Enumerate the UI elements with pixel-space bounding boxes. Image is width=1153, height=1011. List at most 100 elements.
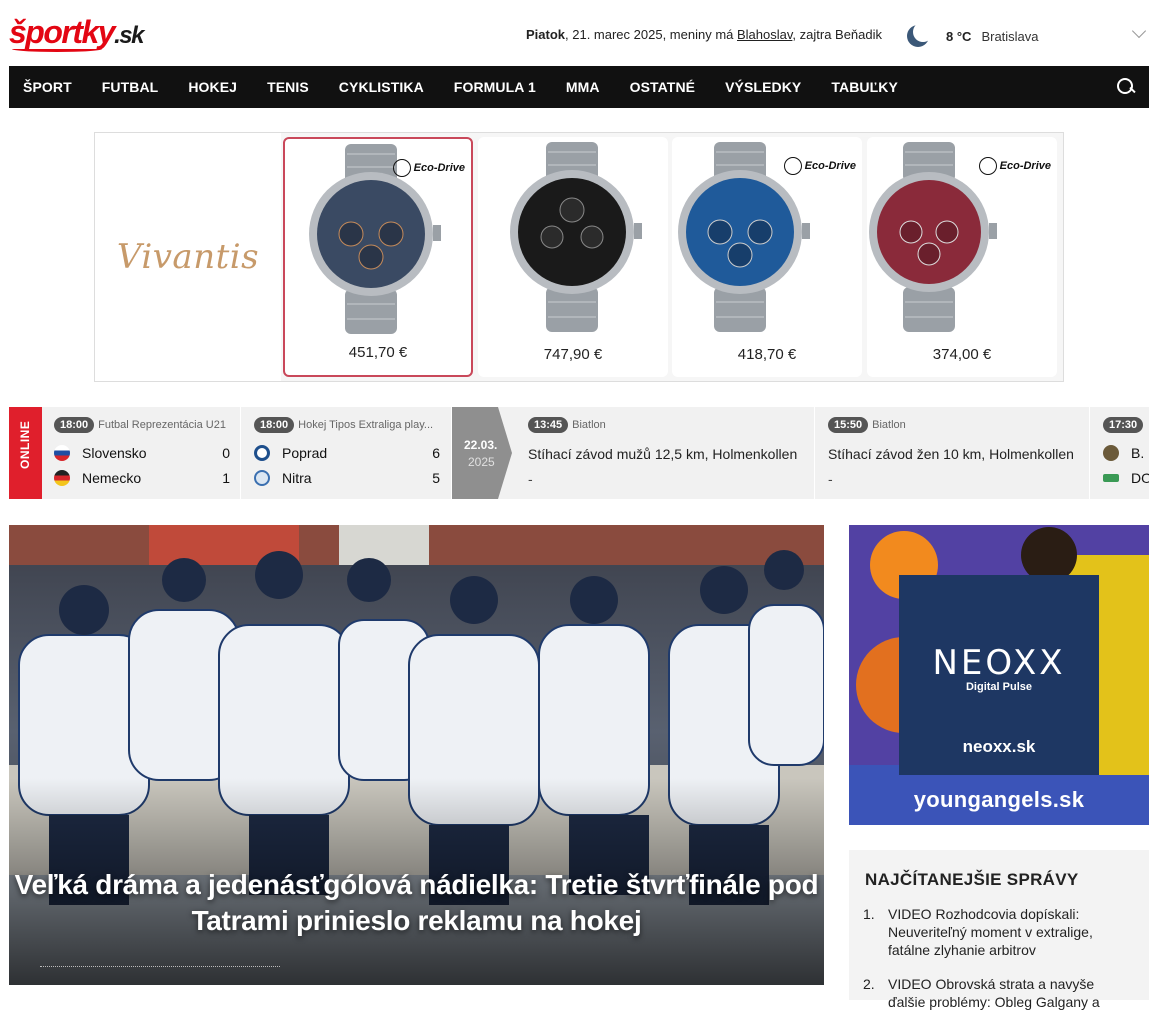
watch-card[interactable]: 747,90 € xyxy=(478,137,668,377)
match-card[interactable]: 18:00 Hokej Tipos Extraliga play... Popr… xyxy=(242,407,452,499)
team-name: Nitra xyxy=(282,470,312,486)
date-divider-year: 2025 xyxy=(468,455,495,469)
event-card[interactable]: 13:45 Biatlon Stíhací závod mužů 12,5 km… xyxy=(516,407,815,499)
date-divider-date: 22.03. xyxy=(464,438,498,452)
flag-slovakia-icon xyxy=(54,445,70,461)
eco-drive-badge: Eco-Drive xyxy=(783,157,856,175)
item-number: 2. xyxy=(863,976,875,992)
watch-ad-banner[interactable]: Vivantis Eco-Drive 451,70 € 747,90 € Eco… xyxy=(94,132,1064,382)
flag-germany-icon xyxy=(54,470,70,486)
most-read-box: NAJČÍTANEJŠIE SPRÁVY 1. VIDEO Rozhodcovi… xyxy=(849,850,1149,1010)
match-header: 17:30 xyxy=(1103,417,1144,433)
most-read-item[interactable]: 2. VIDEO Obrovská strata a navyše ďalšie… xyxy=(863,975,1129,1011)
youngangels-url: youngangels.sk xyxy=(913,787,1085,812)
team-score: 1 xyxy=(222,470,230,486)
neoxx-url: neoxx.sk xyxy=(962,737,1036,756)
most-read-item[interactable]: 1. VIDEO Rozhodcovia dopískali: Neuverit… xyxy=(863,905,1129,959)
team-row-away: DO xyxy=(1103,470,1149,486)
logo-text: športky xyxy=(9,14,116,50)
nav-item-tabulky[interactable]: TABUĽKY xyxy=(816,66,913,108)
nav-item-formula-1[interactable]: FORMULA 1 xyxy=(439,66,551,108)
watch-price: 451,70 € xyxy=(348,344,408,361)
nav-item-sport[interactable]: ŠPORT xyxy=(9,66,87,108)
watch-price: 418,70 € xyxy=(737,346,797,363)
nav-item-tenis[interactable]: TENIS xyxy=(252,66,324,108)
online-tab[interactable]: ONLINE xyxy=(9,407,42,499)
event-sport: Biatlon xyxy=(872,419,906,431)
match-header: 18:00 Futbal Reprezentácia U21 xyxy=(54,417,226,433)
eco-drive-badge: Eco-Drive xyxy=(392,159,465,177)
team-row-home: Slovensko 0 xyxy=(54,445,230,461)
team-row-away: Nemecko 1 xyxy=(54,470,230,486)
nav-item-ostatne[interactable]: OSTATNÉ xyxy=(615,66,711,108)
date-text: , 21. marec 2025, meniny má xyxy=(565,27,737,42)
nav-item-mma[interactable]: MMA xyxy=(551,66,615,108)
event-time: 15:50 xyxy=(828,417,869,433)
neoxx-tagline: Digital Pulse xyxy=(965,681,1033,693)
live-score-ticker: ONLINE 18:00 Futbal Reprezentácia U21 Sl… xyxy=(9,407,1149,499)
match-competition: Hokej Tipos Extraliga play... xyxy=(298,419,434,431)
side-ad-banner[interactable]: NEOXX Digital Pulse neoxx.sk youngangels… xyxy=(849,525,1149,825)
match-time: 18:00 xyxy=(254,417,295,433)
match-card[interactable]: 18:00 Futbal Reprezentácia U21 Slovensko… xyxy=(42,407,241,499)
neoxx-ad-box: NEOXX Digital Pulse neoxx.sk xyxy=(899,575,1099,775)
item-headline: VIDEO Rozhodcovia dopískali: Neuveriteľn… xyxy=(888,906,1093,958)
weekday: Piatok xyxy=(526,27,566,42)
item-number: 1. xyxy=(863,906,875,922)
event-title: Stíhací závod žen 10 km, Holmenkollen xyxy=(828,446,1074,462)
match-time: 17:30 xyxy=(1103,417,1144,433)
logo-swoosh xyxy=(12,46,102,52)
watch-price: 374,00 € xyxy=(932,346,992,363)
hero-article[interactable]: Veľká dráma a jedenásťgólová nádielka: T… xyxy=(9,525,824,985)
team-row-away: Nitra 5 xyxy=(254,470,440,486)
team-row-home: Poprad 6 xyxy=(254,445,440,461)
hero-headline[interactable]: Veľká dráma a jedenásťgólová nádielka: T… xyxy=(9,867,824,939)
team-logo-icon xyxy=(1103,474,1119,482)
watch-card[interactable]: Eco-Drive 451,70 € xyxy=(283,137,473,377)
match-card[interactable]: 17:30 B. L DO xyxy=(1091,407,1149,499)
nav-item-vysledky[interactable]: VÝSLEDKY xyxy=(710,66,816,108)
main-navigation: ŠPORT FUTBAL HOKEJ TENIS CYKLISTIKA FORM… xyxy=(9,66,1149,108)
team-name: Nemecko xyxy=(82,470,142,486)
moon-icon xyxy=(906,22,933,48)
match-time: 18:00 xyxy=(54,417,95,433)
weather-widget[interactable]: 8 °C Bratislava xyxy=(906,21,1039,51)
nameday-link[interactable]: Blahoslav xyxy=(737,27,792,42)
nav-item-cyklistika[interactable]: CYKLISTIKA xyxy=(324,66,439,108)
watch-card[interactable]: Eco-Drive 418,70 € xyxy=(672,137,862,377)
event-title: Stíhací závod mužů 12,5 km, Holmenkollen xyxy=(528,446,798,462)
nitra-logo-icon xyxy=(254,470,270,486)
event-result: - xyxy=(528,471,533,487)
team-name: B. L xyxy=(1131,445,1149,461)
nav-item-hokej[interactable]: HOKEJ xyxy=(173,66,252,108)
neoxx-brand: NEOXX xyxy=(932,643,1066,683)
ad-brand-logo[interactable]: Vivantis xyxy=(95,133,281,381)
most-read-title: NAJČÍTANEJŠIE SPRÁVY xyxy=(865,870,1079,889)
event-sport: Biatlon xyxy=(572,419,606,431)
match-competition: Futbal Reprezentácia U21 xyxy=(98,419,226,431)
search-icon[interactable] xyxy=(1117,78,1135,96)
event-header: 15:50 Biatlon xyxy=(828,417,906,433)
event-card[interactable]: 15:50 Biatlon Stíhací závod žen 10 km, H… xyxy=(816,407,1090,499)
most-read-divider xyxy=(40,966,280,967)
weather-temperature: 8 °C xyxy=(946,28,972,44)
event-header: 13:45 Biatlon xyxy=(528,417,606,433)
weather-city: Bratislava xyxy=(981,28,1039,44)
online-label: ONLINE xyxy=(18,420,32,469)
team-logo-icon xyxy=(1103,445,1119,461)
tomorrow-nameday: , zajtra Beňadik xyxy=(792,27,883,42)
date-nameday-line: Piatok, 21. marec 2025, meniny má Blahos… xyxy=(526,27,882,42)
team-score: 0 xyxy=(222,445,230,461)
date-divider: 22.03. 2025 xyxy=(452,407,512,499)
team-name: DO xyxy=(1131,470,1149,486)
eco-drive-badge: Eco-Drive xyxy=(978,157,1051,175)
event-result: - xyxy=(828,471,833,487)
watch-image xyxy=(510,142,642,332)
logo-tld: .sk xyxy=(114,22,144,49)
chevron-down-icon[interactable] xyxy=(1131,23,1147,39)
item-headline: VIDEO Obrovská strata a navyše ďalšie pr… xyxy=(888,976,1100,1010)
nav-item-futbal[interactable]: FUTBAL xyxy=(87,66,174,108)
watch-card[interactable]: Eco-Drive 374,00 € xyxy=(867,137,1057,377)
ad-brand-text: Vivantis xyxy=(116,237,260,277)
team-score: 6 xyxy=(432,445,440,461)
